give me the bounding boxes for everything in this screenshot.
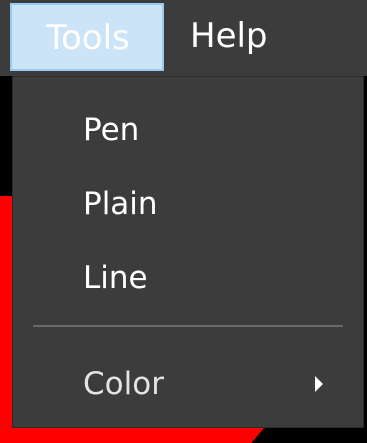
menu-bar: Tools Help: [0, 0, 367, 76]
menu-item-line[interactable]: Line: [13, 243, 363, 313]
menu-item-color[interactable]: Color: [13, 349, 363, 419]
menu-help[interactable]: Help: [190, 3, 310, 71]
menu-item-plain[interactable]: Plain: [13, 169, 363, 239]
menu-item-pen[interactable]: Pen: [13, 95, 363, 165]
menu-tools[interactable]: Tools: [10, 3, 164, 71]
canvas-red-stroke-bottom: [14, 428, 264, 443]
menu-separator: [33, 325, 343, 327]
tools-dropdown-menu: Pen Plain Line Color: [12, 76, 364, 428]
app-window: Tools Help Pen Plain Line Color: [0, 0, 367, 443]
submenu-arrow-icon: [315, 376, 323, 392]
